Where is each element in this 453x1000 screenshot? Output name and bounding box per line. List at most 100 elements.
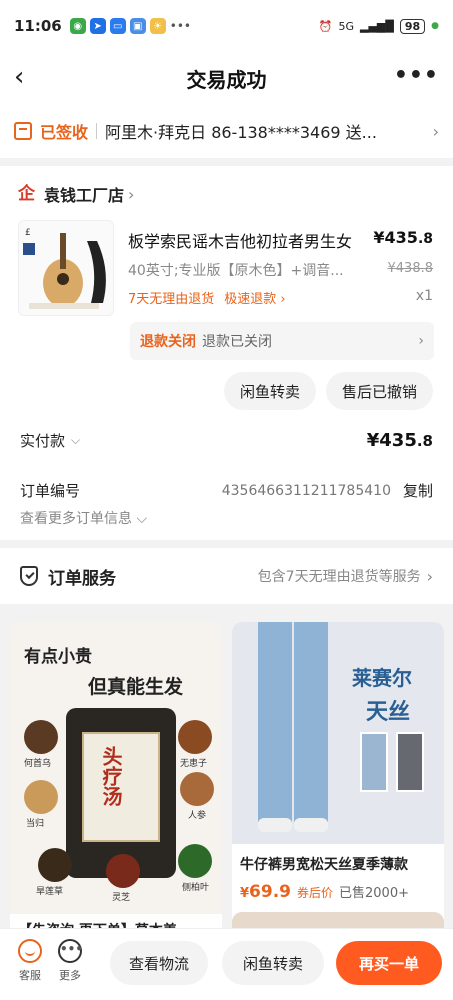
view-logistics-button[interactable]: 查看物流 bbox=[110, 941, 208, 985]
shoe-right bbox=[294, 818, 328, 832]
order-number-row: 订单编号 4356466311211785410 复制 bbox=[20, 480, 433, 501]
herb-icon bbox=[38, 848, 72, 882]
order-services-desc: 包含7天无理由退货等服务 bbox=[257, 569, 421, 585]
product-price-decimal: .8 bbox=[417, 231, 433, 247]
return-policy-tag: 7天无理由退货 bbox=[128, 292, 215, 307]
chevron-right-icon: › bbox=[432, 121, 439, 141]
jeans-right-leg bbox=[294, 622, 328, 822]
bottom-action-bar: 客服 ••• 更多 查看物流 闲鱼转卖 再买一单 bbox=[0, 928, 453, 1000]
herb-label: 旱莲草 bbox=[36, 887, 64, 897]
refund-description: 退款已关闭 bbox=[202, 334, 272, 350]
product-title[interactable]: 板学索民谣木吉他初拉者男生女 bbox=[128, 228, 368, 252]
order-actions: 闲鱼转卖 售后已撤销 bbox=[223, 372, 433, 410]
resell-button[interactable]: 闲鱼转卖 bbox=[223, 372, 316, 410]
herb-icon bbox=[180, 772, 214, 806]
customer-service-label: 客服 bbox=[19, 969, 41, 982]
package-icon bbox=[14, 122, 32, 140]
shop-logo-icon: 企 bbox=[18, 184, 35, 204]
customer-service-icon bbox=[18, 939, 42, 963]
chevron-down-icon: ⌵ bbox=[71, 433, 81, 447]
svg-text:£: £ bbox=[25, 228, 31, 238]
more-order-info-link[interactable]: 查看更多订单信息 ⌵ bbox=[20, 508, 147, 528]
shoe-left bbox=[258, 818, 292, 832]
original-price: ¥438.8 bbox=[387, 261, 434, 276]
jeans-variant-blue bbox=[360, 732, 388, 792]
product-price: ¥435.8 bbox=[373, 228, 433, 247]
herb-icon bbox=[24, 720, 58, 754]
delivery-address-row[interactable]: 已签收 阿里木·拜克日 86-138****3469 送... › bbox=[0, 104, 453, 158]
herb-label: 侧柏叶 bbox=[182, 883, 210, 893]
order-number-label: 订单编号 bbox=[20, 482, 81, 500]
back-arrow-icon[interactable]: ‹ bbox=[14, 64, 38, 92]
order-services-title: 订单服务 bbox=[48, 568, 116, 589]
recommendation-card[interactable]: 有点小贵 但真能生发 头疗汤 何首乌 无患子 人参 当归 灵芝 侧柏叶 旱莲草 … bbox=[10, 622, 222, 942]
refund-status: 退款关闭 bbox=[140, 334, 196, 350]
chevron-right-icon: › bbox=[128, 184, 135, 204]
guitar-image: £ bbox=[19, 221, 113, 315]
herb-label: 何首乌 bbox=[24, 759, 52, 769]
status-indicators: ⏰ 5G ▂▄▆█ 98 ● bbox=[318, 18, 439, 34]
buy-again-button[interactable]: 再买一单 bbox=[336, 941, 442, 985]
more-notifications-icon: ••• bbox=[169, 19, 191, 33]
copy-button[interactable]: 复制 bbox=[403, 480, 433, 501]
herb-icon bbox=[178, 720, 212, 754]
herb-label: 无患子 bbox=[180, 759, 208, 769]
jeans-product-image: 莱赛尔 天丝 bbox=[232, 622, 444, 844]
customer-service-button[interactable]: 客服 bbox=[14, 939, 46, 983]
jeans-variant-gray bbox=[396, 732, 424, 792]
paid-label: 实付款 bbox=[20, 432, 66, 450]
shop-name: 袁钱工厂店 bbox=[44, 186, 125, 205]
recipient-info: 阿里木·拜克日 86-138****3469 送... bbox=[105, 123, 377, 142]
pack-label: 头疗汤 bbox=[82, 732, 160, 842]
app-notification-icon-2: ▣ bbox=[129, 18, 146, 34]
product-tags: 7天无理由退货 极速退款 › bbox=[128, 288, 286, 307]
alarm-icon: ⏰ bbox=[318, 19, 333, 33]
page-title: 交易成功 bbox=[186, 67, 267, 92]
recommendation-feed: 有点小贵 但真能生发 头疗汤 何首乌 无患子 人参 当归 灵芝 侧柏叶 旱莲草 … bbox=[0, 612, 453, 952]
refund-status-row[interactable]: 退款关闭 退款已关闭 › bbox=[130, 322, 434, 360]
after-sale-button[interactable]: 售后已撤销 bbox=[325, 372, 433, 410]
recommendation-card[interactable]: 莱赛尔 天丝 牛仔裤男宽松天丝夏季薄款 ¥ 69.9 券后价 已售2000+ bbox=[232, 622, 444, 942]
status-time: 11:06 bbox=[14, 17, 62, 35]
recording-dot-icon: ● bbox=[431, 21, 439, 31]
shop-link[interactable]: 企 袁钱工厂店 › bbox=[18, 182, 134, 206]
fast-refund-tag[interactable]: 极速退款 › bbox=[224, 288, 285, 307]
jeans-left-leg bbox=[258, 622, 292, 822]
product-quantity: x1 bbox=[415, 288, 433, 304]
recommendation-title: 牛仔裤男宽松天丝夏季薄款 bbox=[240, 857, 408, 873]
pack-label-text: 头疗汤 bbox=[99, 746, 123, 806]
more-order-info-text: 查看更多订单信息 bbox=[20, 511, 132, 527]
signal-icon: ▂▄▆█ bbox=[359, 19, 394, 33]
sold-count: 已售2000+ bbox=[339, 886, 409, 901]
message-icon: ▭ bbox=[109, 18, 126, 34]
more-options-button[interactable]: ••• bbox=[394, 65, 439, 87]
ad-subheadline: 但真能生发 bbox=[88, 676, 184, 698]
wechat-icon: ◉ bbox=[69, 18, 86, 34]
herb-label: 当归 bbox=[26, 819, 45, 829]
paid-amount-row[interactable]: 实付款 ⌵ ¥435.8 bbox=[20, 430, 433, 451]
paid-amount-main: ¥435 bbox=[366, 430, 417, 451]
network-type: 5G bbox=[338, 19, 354, 33]
price-tag: 券后价 bbox=[297, 886, 334, 900]
paid-amount: ¥435.8 bbox=[367, 430, 433, 451]
product-spec-text: 40英寸;专业版【原木色】+调音... bbox=[128, 263, 344, 279]
order-services-row[interactable]: 订单服务 包含7天无理由退货等服务 › bbox=[0, 548, 453, 604]
product-thumbnail[interactable]: £ bbox=[18, 220, 114, 316]
status-bar: 11:06 ◉ ➤ ▭ ▣ ☀ ••• ⏰ 5G ▂▄▆█ 98 ● bbox=[0, 0, 453, 52]
herb-label: 灵芝 bbox=[112, 893, 131, 903]
ad-headline: 有点小贵 bbox=[24, 647, 92, 667]
delivery-status: 已签收 bbox=[40, 123, 89, 142]
more-button[interactable]: ••• 更多 bbox=[54, 939, 86, 983]
xianyu-resell-button[interactable]: 闲鱼转卖 bbox=[222, 941, 324, 985]
nav-bar: ‹ 交易成功 ••• bbox=[0, 52, 453, 104]
chevron-down-icon: ⌵ bbox=[136, 511, 148, 527]
brand-text: 莱赛尔 bbox=[352, 666, 412, 690]
chevron-right-icon: › bbox=[418, 333, 424, 349]
shield-check-icon bbox=[20, 566, 38, 586]
herb-icon bbox=[106, 854, 140, 888]
product-spec: 40英寸;专业版【原木色】+调音... bbox=[128, 260, 368, 280]
price-currency: ¥ bbox=[240, 886, 250, 901]
product-price-main: ¥435 bbox=[373, 228, 418, 247]
brand-subtext: 天丝 bbox=[366, 700, 411, 725]
herb-icon bbox=[24, 780, 58, 814]
